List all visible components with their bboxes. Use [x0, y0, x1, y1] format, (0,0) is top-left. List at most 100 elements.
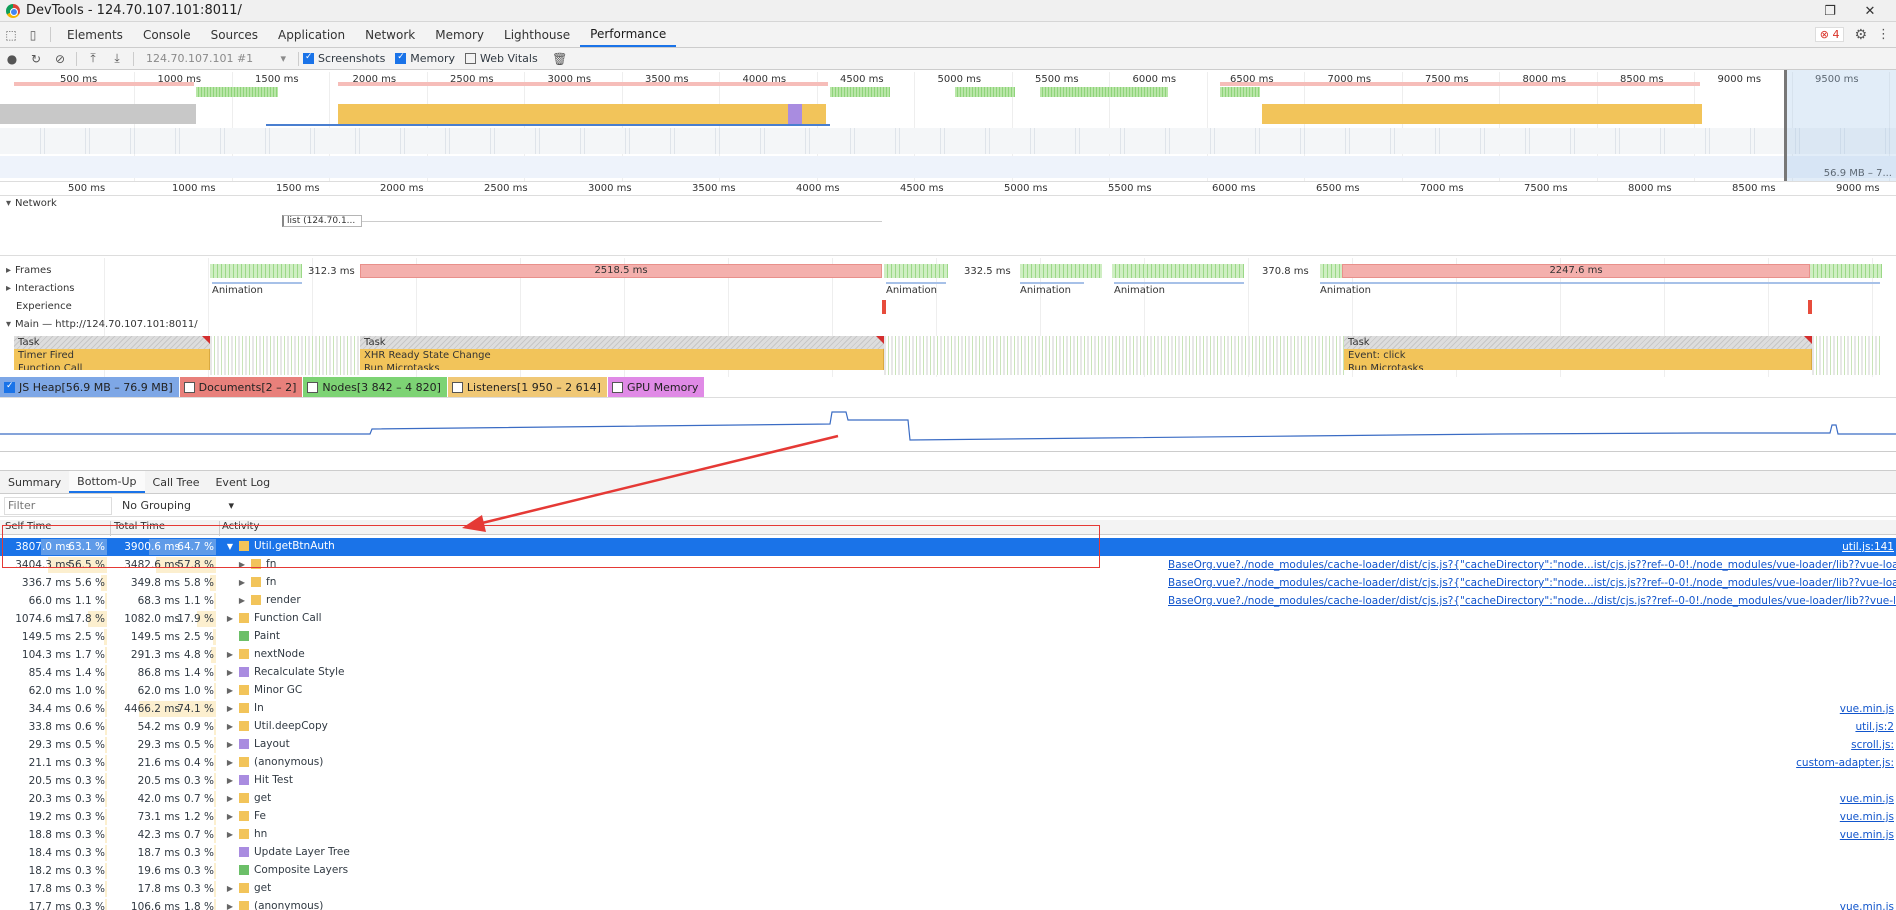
column-divider[interactable] [110, 521, 111, 536]
task-block[interactable]: Task [14, 336, 210, 349]
listeners-counter[interactable]: Listeners[1 950 – 2 614] [447, 377, 608, 397]
activity-header[interactable]: Activity [222, 521, 259, 532]
gpu-memory-counter[interactable]: GPU Memory [607, 377, 706, 397]
frame-ok[interactable] [1020, 264, 1102, 278]
source-link[interactable]: util.js:2 [1855, 721, 1894, 733]
expand-arrow-icon[interactable]: ▶ [224, 812, 236, 821]
expand-arrow-icon[interactable]: ▶ [224, 704, 236, 713]
table-row[interactable]: 34.4 ms 0.6 % 4466.2 ms 74.1 % ▶ In vue.min.js [0, 700, 1896, 718]
expand-arrow-icon[interactable]: ▶ [224, 758, 236, 767]
task-microtasks[interactable]: Run Microtasks [1344, 362, 1812, 370]
js-heap-counter[interactable]: JS Heap[56.9 MB – 76.9 MB] [0, 377, 180, 397]
tab-console[interactable]: Console [133, 22, 201, 47]
expand-arrow-icon[interactable]: ▶ [224, 668, 236, 677]
web-vitals-checkbox[interactable]: Web Vitals [465, 52, 538, 65]
frame-dropped[interactable]: 2518.5 ms [360, 264, 882, 278]
task-event[interactable]: Timer Fired [14, 349, 210, 362]
interactions-track-label[interactable]: Interactions [6, 283, 74, 294]
source-link[interactable]: vue.min.js [1840, 829, 1894, 841]
timeline-overview[interactable]: 500 ms 1000 ms 1500 ms 2000 ms 2500 ms 3000 m… [0, 70, 1896, 182]
task-microtasks[interactable]: Run Microtasks [360, 362, 884, 370]
expand-arrow-icon[interactable]: ▶ [236, 596, 248, 605]
source-link[interactable]: vue.min.js [1840, 793, 1894, 805]
settings-gear-icon[interactable]: ⚙ [1854, 27, 1867, 43]
save-profile-icon[interactable]: ⤓ [105, 51, 129, 66]
source-link[interactable]: util.js:141 [1842, 541, 1894, 553]
task-function-call[interactable]: Function Call [14, 362, 210, 370]
device-toolbar-icon[interactable]: ▯ [22, 22, 44, 47]
total-time-header[interactable]: Total Time [114, 521, 165, 532]
table-row[interactable]: 21.1 ms 0.3 % 21.6 ms 0.4 % ▶ (anonymous) cust… [0, 754, 1896, 772]
table-row[interactable]: 85.4 ms 1.4 % 86.8 ms 1.4 % ▶ Recalculate Sty… [0, 664, 1896, 682]
tab-elements[interactable]: Elements [57, 22, 133, 47]
tab-summary[interactable]: Summary [0, 471, 69, 493]
table-row[interactable]: 18.8 ms 0.3 % 42.3 ms 0.7 % ▶ hn vue.min.js [0, 826, 1896, 844]
animation-bar[interactable]: Animation [1114, 282, 1244, 296]
profile-select[interactable]: 124.70.107.101 #1 ▾ [146, 52, 286, 65]
table-row[interactable]: 62.0 ms 1.0 % 62.0 ms 1.0 % ▶ Minor GC [0, 682, 1896, 700]
table-row[interactable]: 336.7 ms 5.6 % 349.8 ms 5.8 % ▶ fn BaseOrg.vue… [0, 574, 1896, 592]
tab-network[interactable]: Network [355, 22, 425, 47]
source-link[interactable]: vue.min.js [1840, 901, 1894, 910]
more-options-icon[interactable]: ⋮ [1877, 27, 1890, 42]
expand-arrow-open-icon[interactable]: ▼ [224, 542, 236, 551]
table-row[interactable]: 20.3 ms 0.3 % 42.0 ms 0.7 % ▶ get vue.min.js [0, 790, 1896, 808]
task-block[interactable]: Task [360, 336, 884, 349]
screenshots-checkbox[interactable]: Screenshots [303, 52, 385, 65]
expand-arrow-icon[interactable]: ▶ [224, 686, 236, 695]
expand-arrow-icon[interactable]: ▶ [236, 560, 248, 569]
frames-track[interactable]: Frames 312.3 ms 2518.5 ms 332.5 ms 370.8… [0, 262, 1896, 280]
tab-sources[interactable]: Sources [201, 22, 268, 47]
restore-window-icon[interactable]: ❐ [1810, 4, 1850, 19]
table-row[interactable]: 3404.3 ms 56.5 % 3482.6 ms 57.8 % ▶ fn BaseOrg… [0, 556, 1896, 574]
source-link[interactable]: custom-adapter.js: [1796, 757, 1894, 769]
source-link[interactable]: vue.min.js [1840, 703, 1894, 715]
expand-arrow-icon[interactable]: ▶ [224, 794, 236, 803]
memory-checkbox[interactable]: Memory [395, 52, 455, 65]
table-row[interactable]: 17.8 ms 0.3 % 17.8 ms 0.3 % ▶ get [0, 880, 1896, 898]
animation-bar[interactable]: Animation [886, 282, 946, 296]
reload-record-icon[interactable]: ↻ [24, 52, 48, 66]
table-row[interactable]: 18.2 ms 0.3 % 19.6 ms 0.3 % Composite Layers [0, 862, 1896, 880]
expand-arrow-icon[interactable]: ▶ [224, 722, 236, 731]
table-row[interactable]: 3807.0 ms 63.1 % 3900.6 ms 64.7 % ▼ Util.getB… [0, 538, 1896, 556]
frame-dropped[interactable]: 2247.6 ms [1342, 264, 1810, 278]
task-event[interactable]: XHR Ready State Change [360, 349, 884, 362]
table-row[interactable]: 104.3 ms 1.7 % 291.3 ms 4.8 % ▶ nextNode [0, 646, 1896, 664]
load-profile-icon[interactable]: ⤒ [81, 51, 105, 66]
documents-counter[interactable]: Documents[2 – 2] [179, 377, 304, 397]
frame-ok[interactable] [1810, 264, 1882, 278]
clear-icon[interactable]: ⊘ [48, 52, 72, 66]
table-row[interactable]: 18.4 ms 0.3 % 18.7 ms 0.3 % Update Layer Tre… [0, 844, 1896, 862]
table-row[interactable]: 29.3 ms 0.5 % 29.3 ms 0.5 % ▶ Layout scroll.js… [0, 736, 1896, 754]
tab-event-log[interactable]: Event Log [207, 471, 278, 493]
frames-track-label[interactable]: Frames [6, 265, 51, 276]
tab-lighthouse[interactable]: Lighthouse [494, 22, 580, 47]
expand-arrow-icon[interactable]: ▶ [224, 830, 236, 839]
overview-selection[interactable] [1784, 70, 1896, 181]
table-row[interactable]: 149.5 ms 2.5 % 149.5 ms 2.5 % Paint [0, 628, 1896, 646]
task-block[interactable]: Task [1344, 336, 1812, 349]
table-row[interactable]: 19.2 ms 0.3 % 73.1 ms 1.2 % ▶ Fe vue.min.js [0, 808, 1896, 826]
main-track-label[interactable]: Main — http://124.70.107.101:8011/ [6, 319, 198, 330]
expand-arrow-icon[interactable]: ▶ [224, 884, 236, 893]
network-request-bar[interactable]: list (124.70.1... [282, 215, 362, 227]
nodes-counter[interactable]: Nodes[3 842 – 4 820] [303, 377, 448, 397]
table-row[interactable]: 33.8 ms 0.6 % 54.2 ms 0.9 % ▶ Util.deepCopy ut… [0, 718, 1896, 736]
network-track-label[interactable]: Network [6, 198, 57, 209]
grouping-select[interactable]: No Grouping ▾ [122, 499, 234, 512]
table-row[interactable]: 17.7 ms 0.3 % 106.6 ms 1.8 % ▶ (anonymous) vue… [0, 898, 1896, 910]
expand-arrow-icon[interactable]: ▶ [236, 578, 248, 587]
frame-ok[interactable] [1320, 264, 1342, 278]
frame-ok[interactable] [210, 264, 302, 278]
animation-bar[interactable]: Animation [1020, 282, 1084, 296]
error-count-badge[interactable]: ⊗ 4 [1814, 27, 1845, 42]
record-icon[interactable]: ● [0, 52, 24, 66]
tab-call-tree[interactable]: Call Tree [145, 471, 208, 493]
expand-arrow-icon[interactable]: ▶ [224, 650, 236, 659]
frame-ok[interactable] [1112, 264, 1244, 278]
close-window-icon[interactable]: ✕ [1850, 4, 1890, 19]
table-row[interactable]: 66.0 ms 1.1 % 68.3 ms 1.1 % ▶ render BaseOrg.v… [0, 592, 1896, 610]
table-row[interactable]: 1074.6 ms 17.8 % 1082.0 ms 17.9 % ▶ Function … [0, 610, 1896, 628]
source-link[interactable]: BaseOrg.vue?./node_modules/cache-loader/… [1168, 559, 1896, 571]
